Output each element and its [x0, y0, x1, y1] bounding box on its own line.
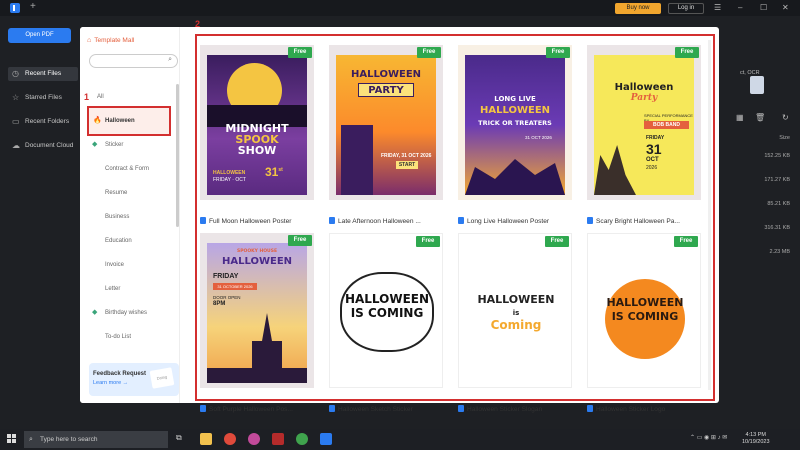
windows-start-icon[interactable]: [7, 434, 17, 444]
template-label[interactable]: Halloween Sketch Sticker: [329, 405, 443, 413]
size-header: Size: [779, 135, 790, 141]
template-label[interactable]: Halloween Sticker Slogan: [458, 405, 572, 413]
feedback-illustration: Doing: [149, 367, 175, 389]
category-label: Sticker: [105, 142, 124, 148]
annotation-1: 1: [84, 92, 90, 102]
new-tab-button[interactable]: +: [30, 1, 36, 12]
app-icon-red[interactable]: [272, 433, 284, 445]
template-label[interactable]: Halloween Sticker Logo: [587, 405, 701, 413]
chrome-icon[interactable]: [224, 433, 236, 445]
file-size: 2.23 MB: [769, 249, 790, 255]
template-categories-panel: ⌂ Template Mall ⌕ All 🔥 Halloween ◆ Sticker…: [80, 27, 180, 403]
nav-label: Recent Folders: [25, 118, 70, 125]
nav-label: Document Cloud: [25, 142, 74, 149]
search-icon: ⌕: [29, 436, 33, 443]
grid-view-icon[interactable]: ▦: [736, 113, 744, 122]
category-birthday-wishes[interactable]: ◆ Birthday wishes: [89, 306, 171, 320]
annotation-box-templates: [195, 34, 715, 401]
clock-icon: ◷: [12, 69, 19, 78]
close-icon[interactable]: ✕: [782, 3, 789, 12]
file-size: 316.31 KB: [764, 225, 790, 231]
system-tray[interactable]: ⌃ ▭ ◉ ⊞ ♪ ✉: [690, 434, 727, 441]
file-explorer-icon[interactable]: [200, 433, 212, 445]
title-bar: + Buy now Log in ☰ – ☐ ✕: [0, 0, 800, 16]
buy-now-button[interactable]: Buy now: [615, 3, 661, 14]
menu-icon[interactable]: ☰: [714, 3, 721, 12]
home-icon: ⌂: [87, 37, 92, 44]
label-text: Soft Purple Halloween Pos...: [209, 406, 293, 413]
categories-scrollbar[interactable]: [176, 84, 179, 227]
search-icon[interactable]: ⌕: [168, 56, 172, 64]
clock-time: 4:13 PM: [745, 432, 766, 438]
file-size: 85.21 KB: [767, 201, 790, 207]
nav-recent-folders[interactable]: ▭ Recent Folders: [8, 115, 78, 129]
open-pdf-button[interactable]: Open PDF: [8, 28, 71, 43]
windows-taskbar: ⌕ Type here to search ⧉ ⌃ ▭ ◉ ⊞ ♪ ✉ 4:13 …: [0, 429, 800, 450]
learn-more-link[interactable]: Learn more →: [93, 380, 128, 386]
app-icon-green[interactable]: [296, 433, 308, 445]
refresh-icon[interactable]: ↻: [782, 113, 789, 122]
category-sticker[interactable]: ◆ Sticker: [89, 138, 171, 152]
category-resume[interactable]: Resume: [89, 186, 171, 200]
cloud-icon: ☁: [12, 141, 20, 150]
template-label[interactable]: Soft Purple Halloween Pos...: [200, 405, 314, 413]
sticker-icon: ◆: [92, 141, 98, 148]
template-mall-title: ⌂ Template Mall: [87, 37, 134, 44]
category-letter[interactable]: Letter: [89, 282, 171, 296]
search-placeholder: Type here to search: [40, 436, 98, 443]
nav-document-cloud[interactable]: ☁ Document Cloud: [8, 139, 78, 153]
task-view-icon[interactable]: ⧉: [176, 433, 188, 445]
maximize-icon[interactable]: ☐: [760, 3, 767, 12]
nav-starred-files[interactable]: ☆ Starred Files: [8, 91, 78, 105]
app-logo: [10, 3, 20, 13]
nav-label: Recent Files: [25, 70, 62, 77]
category-education[interactable]: Education: [89, 234, 171, 248]
category-business[interactable]: Business: [89, 210, 171, 224]
file-size: 152.25 KB: [764, 153, 790, 159]
system-clock[interactable]: 4:13 PM 10/19/2023: [742, 432, 770, 446]
pdf-icon: [458, 405, 464, 412]
pdf-icon: [329, 405, 335, 412]
login-button[interactable]: Log in: [668, 3, 704, 14]
browser-icon[interactable]: [248, 433, 260, 445]
title-text: Template Mall: [94, 37, 135, 44]
label-text: Halloween Sticker Slogan: [467, 406, 543, 413]
category-all[interactable]: All: [89, 90, 171, 104]
nav-label: Starred Files: [25, 94, 62, 101]
clock-date: 10/19/2023: [742, 439, 770, 445]
gift-icon: ◆: [92, 309, 98, 316]
pumpkin-icon: 🔥: [93, 117, 102, 124]
category-label: Halloween: [105, 118, 135, 124]
minimize-icon[interactable]: –: [738, 3, 742, 12]
template-search-input[interactable]: ⌕: [89, 54, 178, 68]
feedback-title: Feedback Request: [93, 371, 147, 377]
pdf-file-icon: [750, 76, 764, 94]
category-label: Birthday wishes: [105, 310, 148, 316]
category-halloween[interactable]: 🔥 Halloween: [87, 106, 171, 136]
pdf-app-taskbar-icon[interactable]: [320, 433, 332, 445]
nav-recent-files[interactable]: ◷ Recent Files: [8, 67, 78, 81]
category-invoice[interactable]: Invoice: [89, 258, 171, 272]
label-text: Halloween Sketch Sticker: [338, 406, 413, 413]
category-contract-form[interactable]: Contract & Form: [89, 162, 171, 176]
taskbar-search-input[interactable]: ⌕ Type here to search: [24, 431, 168, 448]
pdf-icon: [200, 405, 206, 412]
folder-icon: ▭: [12, 117, 20, 126]
category-todo-list[interactable]: To-do List: [89, 330, 171, 344]
star-icon: ☆: [12, 93, 20, 102]
delete-icon[interactable]: 🗑: [755, 113, 765, 122]
file-size: 171.27 KB: [764, 177, 790, 183]
pdf-icon: [587, 405, 593, 412]
feedback-banner[interactable]: Feedback Request Learn more → Doing: [89, 363, 179, 396]
label-text: Halloween Sticker Logo: [596, 406, 666, 413]
annotation-2: 2: [195, 19, 201, 29]
